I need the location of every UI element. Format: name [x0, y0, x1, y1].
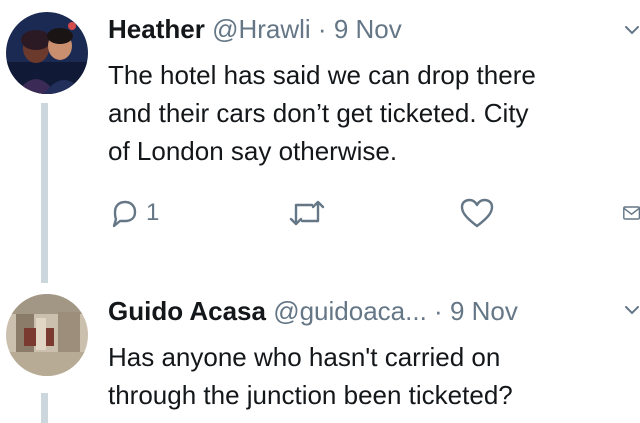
tweet-text: Has anyone who hasn't carried on through…	[108, 342, 513, 410]
direct-message-button[interactable]	[622, 196, 640, 230]
tweet[interactable]: Heather @Hrawli · 9 Nov The hotel has sa…	[0, 0, 640, 290]
display-name[interactable]: Guido Acasa	[108, 296, 266, 326]
retweet-icon	[289, 200, 325, 226]
avatar[interactable]	[6, 294, 88, 376]
thread-line	[41, 103, 48, 283]
username[interactable]: @guidoaca...	[273, 296, 427, 326]
reply-button[interactable]: 1	[108, 196, 159, 230]
avatar[interactable]	[6, 12, 88, 94]
avatar-photo	[6, 12, 88, 94]
tweet[interactable]: Guido Acasa @guidoaca... · 9 Nov Has any…	[0, 290, 640, 423]
tweet-text: The hotel has said we can drop there and…	[108, 60, 536, 166]
retweet-button[interactable]	[288, 196, 326, 230]
like-icon	[460, 198, 494, 228]
chevron-down-icon[interactable]	[624, 22, 640, 38]
timestamp[interactable]: 9 Nov	[334, 14, 402, 44]
separator: ·	[317, 14, 327, 44]
tweet-actions: 1	[108, 196, 640, 230]
reply-count: 1	[146, 199, 160, 226]
display-name[interactable]: Heather	[108, 14, 205, 44]
thread-line	[41, 393, 48, 423]
username[interactable]: @Hrawli	[212, 14, 311, 44]
chevron-down-icon[interactable]	[624, 302, 640, 318]
direct-message-icon	[623, 206, 640, 220]
reply-icon	[112, 200, 137, 228]
tweet-header: Heather @Hrawli · 9 Nov	[108, 14, 402, 45]
tweet-header: Guido Acasa @guidoaca... · 9 Nov	[108, 296, 518, 327]
separator: ·	[434, 296, 443, 326]
avatar-photo	[6, 294, 88, 376]
timestamp[interactable]: 9 Nov	[450, 296, 518, 326]
like-button[interactable]	[459, 196, 495, 230]
